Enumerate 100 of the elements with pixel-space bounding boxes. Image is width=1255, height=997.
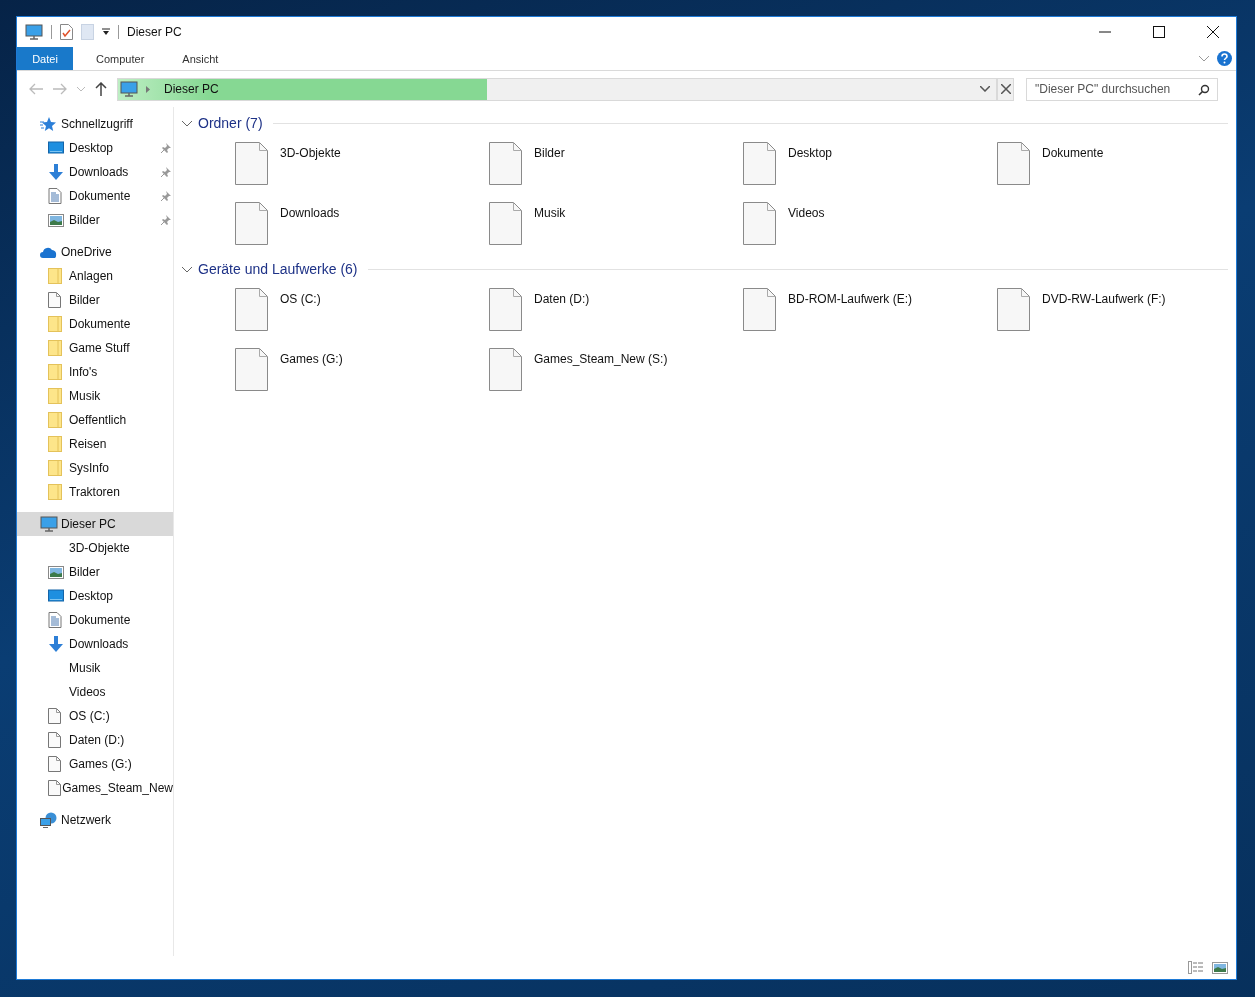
- chevron-right-icon: [146, 85, 150, 93]
- sidebar-item[interactable]: Downloads: [17, 632, 173, 656]
- group-header[interactable]: Geräte und Laufwerke (6): [198, 261, 358, 277]
- folder-icon: [48, 412, 62, 428]
- group-header[interactable]: Ordner (7): [198, 115, 263, 131]
- star-icon: [40, 116, 56, 132]
- chevron-down-icon[interactable]: [1199, 55, 1209, 62]
- sidebar-item[interactable]: Bilder: [17, 560, 173, 584]
- search-field[interactable]: "Dieser PC" durchsuchen: [1026, 77, 1218, 101]
- folder-icon: [48, 364, 62, 380]
- checklist-icon[interactable]: [60, 24, 73, 40]
- breadcrumb-item[interactable]: Dieser PC: [164, 82, 219, 96]
- sidebar-item[interactable]: Videos: [17, 680, 173, 704]
- sidebar-item[interactable]: Downloads: [17, 160, 173, 184]
- sidebar-item[interactable]: Bilder: [17, 208, 173, 232]
- sidebar-item[interactable]: Info's: [17, 360, 173, 384]
- dropdown-icon[interactable]: [102, 28, 110, 36]
- folder-icon: [48, 436, 62, 452]
- chevron-down-icon[interactable]: [980, 86, 990, 92]
- monitor-icon: [48, 589, 64, 603]
- sidebar-item[interactable]: Desktop: [17, 584, 173, 608]
- sidebar-item[interactable]: SysInfo: [17, 456, 173, 480]
- folder-tile[interactable]: Games_Steam_New (S:): [489, 348, 743, 391]
- folder-tile[interactable]: Games (G:): [235, 348, 489, 391]
- file-icon: [489, 202, 522, 245]
- close-icon[interactable]: [1207, 26, 1219, 38]
- document-icon: [48, 188, 62, 204]
- down-arrow-icon: [48, 636, 64, 652]
- network-icon: [40, 812, 58, 828]
- picture-icon: [48, 213, 64, 227]
- monitor-icon: [48, 141, 64, 155]
- chevron-down-icon[interactable]: [182, 264, 192, 274]
- window-title: Dieser PC: [127, 25, 182, 39]
- sidebar-item[interactable]: 3D-Objekte: [17, 536, 173, 560]
- sidebar-item[interactable]: Oeffentlich: [17, 408, 173, 432]
- sidebar-item[interactable]: Bilder: [17, 288, 173, 312]
- sidebar-item[interactable]: OS (C:): [17, 704, 173, 728]
- file-icon: [48, 732, 61, 748]
- file-icon: [489, 142, 522, 185]
- cloud-icon: [40, 246, 58, 258]
- folder-tile[interactable]: Bilder: [489, 142, 743, 185]
- file-icon: [743, 142, 776, 185]
- clear-button[interactable]: [997, 77, 1014, 101]
- folder-icon: [48, 268, 62, 284]
- folder-tile[interactable]: Dokumente: [997, 142, 1228, 185]
- help-icon[interactable]: [1217, 51, 1232, 66]
- monitor-icon: [120, 81, 138, 97]
- file-icon: [997, 288, 1030, 331]
- file-icon: [235, 288, 268, 331]
- folder-tile[interactable]: DVD-RW-Laufwerk (F:): [997, 288, 1228, 331]
- sidebar-item[interactable]: Musik: [17, 656, 173, 680]
- folder-tile[interactable]: Daten (D:): [489, 288, 743, 331]
- sidebar-item[interactable]: OneDrive: [17, 240, 173, 264]
- sidebar-item[interactable]: Daten (D:): [17, 728, 173, 752]
- monitor-icon: [40, 516, 58, 532]
- sidebar-item[interactable]: Musik: [17, 384, 173, 408]
- sidebar-item[interactable]: Dokumente: [17, 184, 173, 208]
- file-icon: [48, 756, 61, 772]
- picture-icon: [48, 565, 64, 579]
- sidebar-item[interactable]: Games (G:): [17, 752, 173, 776]
- sidebar-item[interactable]: Desktop: [17, 136, 173, 160]
- file-icon: [743, 202, 776, 245]
- folder-icon: [48, 316, 62, 332]
- monitor-icon: [25, 24, 43, 40]
- file-icon: [48, 292, 61, 308]
- file-menu-button[interactable]: Datei: [17, 47, 73, 70]
- address-bar[interactable]: Dieser PC: [117, 77, 997, 101]
- up-arrow-icon[interactable]: [95, 82, 107, 96]
- sidebar-item[interactable]: Dokumente: [17, 312, 173, 336]
- ribbon-tab[interactable]: Ansicht: [167, 47, 234, 70]
- file-icon: [743, 288, 776, 331]
- picture-icon[interactable]: [1212, 961, 1228, 974]
- folder-tile[interactable]: Videos: [743, 202, 997, 245]
- sidebar-item[interactable]: Schnellzugriff: [17, 112, 173, 136]
- sidebar-item[interactable]: Traktoren: [17, 480, 173, 504]
- sidebar-item[interactable]: Netzwerk: [17, 808, 173, 832]
- folder-tile[interactable]: 3D-Objekte: [235, 142, 489, 185]
- search-icon: [1198, 83, 1210, 96]
- folder-tile[interactable]: OS (C:): [235, 288, 489, 331]
- folder-tile[interactable]: Musik: [489, 202, 743, 245]
- sidebar-item[interactable]: Game Stuff: [17, 336, 173, 360]
- sidebar-item[interactable]: Anlagen: [17, 264, 173, 288]
- file-icon: [489, 288, 522, 331]
- sidebar-item[interactable]: Dokumente: [17, 608, 173, 632]
- folder-icon: [48, 460, 62, 476]
- folder-tile[interactable]: Desktop: [743, 142, 997, 185]
- maximize-icon[interactable]: [1153, 26, 1165, 38]
- folder-tile[interactable]: Downloads: [235, 202, 489, 245]
- sidebar-item[interactable]: Reisen: [17, 432, 173, 456]
- details-view-icon[interactable]: [1188, 961, 1204, 974]
- ribbon-tab[interactable]: Computer: [81, 47, 160, 70]
- file-icon: [48, 708, 61, 724]
- sidebar-item[interactable]: Dieser PC: [17, 512, 173, 536]
- document-icon: [48, 612, 62, 628]
- folder-icon: [48, 484, 62, 500]
- chevron-down-icon[interactable]: [182, 118, 192, 128]
- file-icon: [48, 780, 61, 796]
- folder-tile[interactable]: BD-ROM-Laufwerk (E:): [743, 288, 997, 331]
- file-icon: [235, 142, 268, 185]
- sidebar-item[interactable]: Games_Steam_New: [17, 776, 173, 800]
